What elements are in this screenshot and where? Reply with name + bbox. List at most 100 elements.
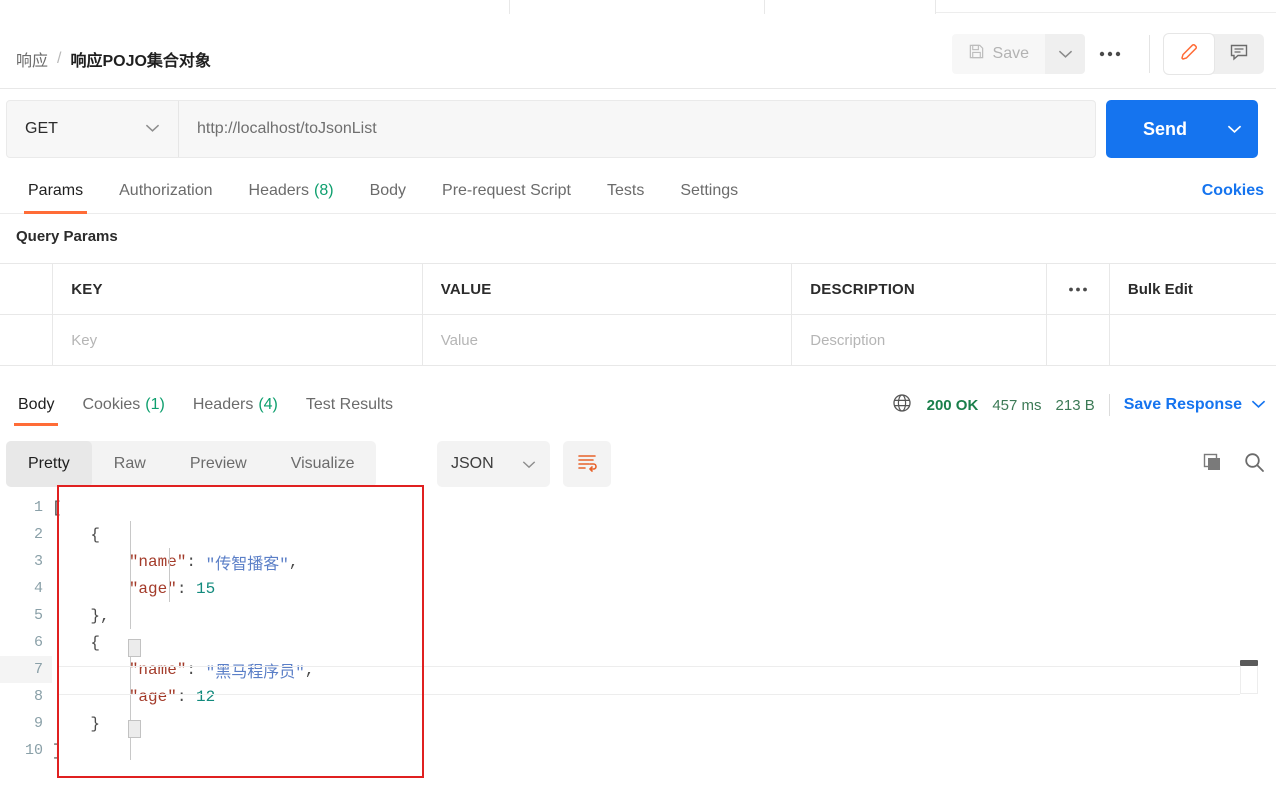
response-body-viewer[interactable]: 1[2 {3 "name": "传智播客", 4 "age": 15 5 }, 6 {… xyxy=(0,494,1276,784)
view-mode-preview[interactable]: Preview xyxy=(168,441,269,487)
fold-marker[interactable] xyxy=(128,639,141,657)
highlight-row-top-border xyxy=(58,666,1240,667)
search-icon xyxy=(1242,452,1266,478)
column-options-button[interactable] xyxy=(1047,264,1110,314)
search-button[interactable] xyxy=(1242,450,1266,479)
tab-pre-request-script-label: Pre-request Script xyxy=(442,182,571,199)
save-button-label: Save xyxy=(992,45,1029,62)
response-tab-cookies[interactable]: Cookies (1) xyxy=(68,382,178,428)
line-number: 3 xyxy=(33,553,43,570)
breadcrumb-root[interactable]: 响应 xyxy=(16,47,48,71)
response-tab-headers[interactable]: Headers (4) xyxy=(179,382,292,428)
row-checkbox-cell[interactable] xyxy=(0,315,54,365)
tab-settings[interactable]: Settings xyxy=(662,168,756,214)
request-tab-bar: Params Authorization Headers (8) Body Pr… xyxy=(0,168,1276,214)
edit-mode-button[interactable] xyxy=(1164,34,1214,74)
response-tab-cookies-label: Cookies xyxy=(82,396,141,413)
token-punct: } xyxy=(52,714,101,733)
send-button[interactable]: Send xyxy=(1106,119,1210,140)
fold-marker[interactable] xyxy=(128,720,141,738)
response-tabs: Body Cookies (1) Headers (4) Test Result… xyxy=(4,382,407,428)
column-header-description: DESCRIPTION xyxy=(792,264,1048,314)
response-tab-bar: Body Cookies (1) Headers (4) Test Result… xyxy=(0,382,1276,428)
row-options-cell xyxy=(1047,315,1110,365)
param-key-input[interactable]: Key xyxy=(53,315,423,365)
tab-body[interactable]: Body xyxy=(352,168,424,214)
url-bar-wrapper: GET http://localhost/toJsonList xyxy=(6,100,1096,158)
code-line-text: { xyxy=(52,521,1276,548)
tab-tests[interactable]: Tests xyxy=(589,168,662,214)
send-dropdown-button[interactable] xyxy=(1210,121,1258,137)
response-tab-body[interactable]: Body xyxy=(4,382,68,428)
breadcrumb-current: 响应POJO集合对象 xyxy=(70,53,211,70)
token-key: "name" xyxy=(52,552,187,571)
tab-strip-left-tab[interactable] xyxy=(0,0,510,14)
tab-settings-label: Settings xyxy=(680,182,739,199)
floppy-disk-icon xyxy=(968,43,985,65)
wrap-text-icon xyxy=(576,452,598,477)
save-button-group: Save xyxy=(951,34,1085,74)
chevron-down-icon xyxy=(145,120,160,138)
tab-params[interactable]: Params xyxy=(10,168,101,214)
header-divider xyxy=(1149,35,1150,73)
code-line-text: { xyxy=(52,629,1276,656)
save-dropdown-button[interactable] xyxy=(1045,34,1085,74)
line-number: 2 xyxy=(33,526,43,543)
save-response-button[interactable]: Save Response xyxy=(1124,396,1266,414)
response-view-toolbar: Pretty Raw Preview Visualize JSON xyxy=(0,438,1276,490)
token-key: "name" xyxy=(52,660,187,679)
tab-body-label: Body xyxy=(369,182,407,199)
view-mode-pretty[interactable]: Pretty xyxy=(6,441,92,487)
tab-strip-right-tab[interactable] xyxy=(764,0,936,14)
response-format-select[interactable]: JSON xyxy=(437,441,550,487)
token-punct: }, xyxy=(52,606,110,625)
code-line: 1[ xyxy=(0,494,1276,521)
indent-guide xyxy=(130,652,131,760)
code-line: 5 }, xyxy=(0,602,1276,629)
request-header: 响应 / 响应POJO集合对象 Save xyxy=(0,14,1276,89)
send-button-group: Send xyxy=(1106,100,1258,158)
response-tab-test-results[interactable]: Test Results xyxy=(292,382,407,428)
token-key: "age" xyxy=(52,687,177,706)
status-size: 213 B xyxy=(1055,396,1095,414)
param-description-input[interactable]: Description xyxy=(792,315,1048,365)
token-punct: { xyxy=(52,525,101,544)
code-lines: 1[2 {3 "name": "传智播客", 4 "age": 15 5 }, 6 {… xyxy=(0,494,1276,764)
code-line: 2 { xyxy=(0,521,1276,548)
wrap-text-button[interactable] xyxy=(563,441,611,487)
scrollbar-track[interactable] xyxy=(1240,666,1258,694)
comment-icon xyxy=(1228,41,1250,68)
line-number: 6 xyxy=(33,634,43,651)
token-colon: : xyxy=(176,579,197,598)
response-body-tools xyxy=(1200,441,1266,487)
tab-authorization[interactable]: Authorization xyxy=(101,168,230,214)
query-params-title: Query Params xyxy=(16,228,118,245)
line-number: 8 xyxy=(33,688,43,705)
indent-guide xyxy=(130,521,131,629)
view-mode-raw[interactable]: Raw xyxy=(92,441,168,487)
response-tab-headers-label: Headers xyxy=(192,396,254,413)
code-line-text: "name": "传智播客", xyxy=(52,548,1276,575)
tab-pre-request-script[interactable]: Pre-request Script xyxy=(424,168,589,214)
comment-button[interactable] xyxy=(1214,34,1264,74)
cookies-link[interactable]: Cookies xyxy=(1202,168,1264,214)
tab-headers[interactable]: Headers (8) xyxy=(231,168,352,214)
tab-strip xyxy=(0,0,1276,14)
view-mode-visualize[interactable]: Visualize xyxy=(269,441,377,487)
param-value-input[interactable]: Value xyxy=(423,315,793,365)
more-options-button[interactable] xyxy=(1085,34,1135,74)
code-line-text: "age": 15 xyxy=(52,575,1276,602)
save-response-label: Save Response xyxy=(1123,396,1242,413)
token-punct: ] xyxy=(52,741,62,760)
indent-guide xyxy=(169,548,170,602)
http-method-select[interactable]: GET xyxy=(7,101,179,157)
save-button[interactable]: Save xyxy=(951,34,1045,74)
url-input[interactable]: http://localhost/toJsonList xyxy=(179,101,1095,157)
token-colon: : xyxy=(186,552,206,571)
view-mode-toggle xyxy=(1164,34,1264,74)
postman-window: 响应 / 响应POJO集合对象 Save GET http://localhos… xyxy=(0,0,1276,805)
chevron-down-icon xyxy=(1251,396,1266,414)
pencil-icon xyxy=(1178,41,1200,68)
bulk-edit-button[interactable]: Bulk Edit xyxy=(1110,264,1276,314)
copy-button[interactable] xyxy=(1200,450,1224,479)
